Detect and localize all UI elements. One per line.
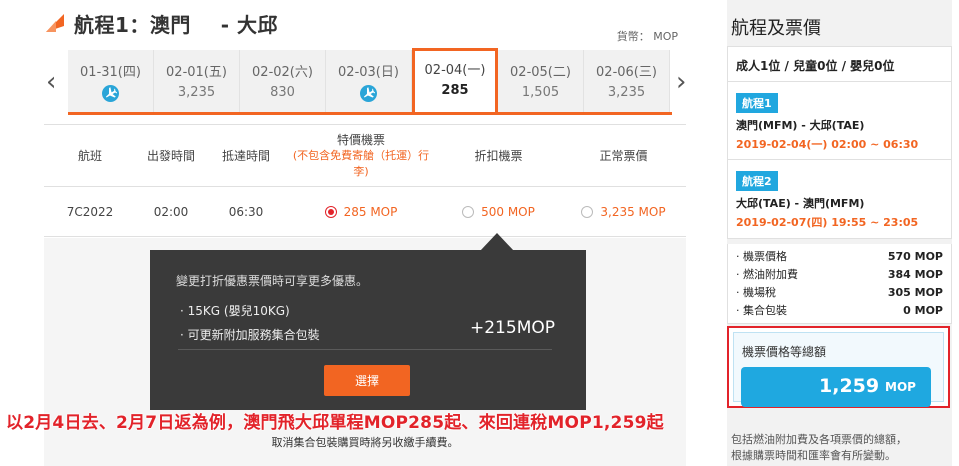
plane-icon [102,85,119,102]
date-price: 830 [270,85,295,100]
cancel-note: 取消集合包裝購買時將另收繳手續費。 [271,436,459,449]
normal-fare-price: 3,235 MOP [600,204,666,219]
summary-note-line2: 根據購票時間和匯率會有所變動。 [731,449,896,462]
header-promo-note: (不包含免費寄艙（托運）行李) [292,148,430,178]
total-label: 機票價格等總額 [742,345,827,359]
promo-fare-option[interactable]: 285 MOP [286,205,436,219]
header-discount: 折扣機票 [474,149,523,163]
summary-title: 航程及票價 [731,18,821,39]
total-inner: 機票價格等總額 1,259 MOP [733,332,944,407]
normal-fare-radio[interactable] [581,205,594,218]
fare-summary-panel: 航程及票價 成人1位 / 兒童0位 / 嬰兒0位 航程1 澳門(MFM) - 大… [727,0,952,466]
date-cell-0206[interactable]: 02-06(三) 3,235 [584,50,670,112]
fare-table: 航班 出發時間 抵達時間 特價機票 (不包含免費寄艙（托運）行李) 折扣機票 正… [44,124,686,237]
cost-row-tax: · 機場稅 305 MOP [736,284,943,302]
cost-amount: 384 MOP [887,268,943,281]
leg-badge: 航程2 [736,171,778,191]
cost-amount: 305 MOP [887,286,943,299]
cost-row-bundle: · 集合包裝 0 MOP [736,302,943,320]
tooltip-baggage-item: · 15KG (嬰兒10KG) [180,304,290,318]
cost-breakdown: · 機票價格 570 MOP · 燃油附加費 384 MOP · 機場稅 305… [727,244,952,324]
next-dates-button[interactable]: › [676,68,686,96]
select-upgrade-button[interactable]: 選擇 [324,365,410,396]
flight-selection-panel: 航程1：澳門 - 大邱 貨幣： MOP ‹ 01-31(四) 02-01(五) … [0,0,710,466]
promo-fare-price: 285 MOP [343,204,398,219]
flight-number: 7C2022 [66,204,114,219]
date-label: 02-06(三) [596,65,657,80]
discount-fare-option[interactable]: 500 MOP [436,205,561,219]
normal-fare-option[interactable]: 3,235 MOP [561,205,686,219]
promo-caption: 以2月4日去、2月7日返為例，澳門飛大邱單程MOP285起、來回連稅MOP1,2… [6,413,664,433]
cost-amount: 570 MOP [887,250,943,263]
date-cell-0131[interactable]: 01-31(四) [68,50,154,112]
date-strip-underline [68,112,672,115]
leg-route: 澳門(MFM) - 大邱(TAE) [736,119,865,132]
table-row: 7C2022 02:00 06:30 285 MOP 500 MOP 3,235… [44,187,686,237]
total-box: 機票價格等總額 1,259 MOP [727,326,950,408]
leg-time: 2019-02-07(四) 19:55 ~ 23:05 [736,216,919,229]
brand-flag-icon [44,12,66,34]
cost-label: · 機票價格 [736,250,787,263]
date-cell-0202[interactable]: 02-02(六) 830 [240,50,326,112]
total-amount: 1,259 [819,375,880,397]
date-label: 02-03(日) [338,65,399,80]
header-arrival: 抵達時間 [221,149,270,163]
date-cell-0201[interactable]: 02-01(五) 3,235 [154,50,240,112]
tooltip-bundle-item: · 可更新附加服務集合包裝 [180,328,320,342]
cost-label: · 集合包裝 [736,304,787,317]
tooltip-caret [480,233,514,251]
total-currency: MOP [885,380,916,394]
date-label: 02-01(五) [166,65,227,80]
tooltip-upgrade-price: +215MOP [470,318,555,338]
date-list: 01-31(四) 02-01(五) 3,235 02-02(六) 830 02-… [68,48,674,114]
tooltip-heading: 變更打折優惠票價時可享更多優惠。 [176,274,369,288]
date-cell-0203[interactable]: 02-03(日) [326,50,412,112]
leg-route: 大邱(TAE) - 澳門(MFM) [736,197,865,210]
cost-row-fare: · 機票價格 570 MOP [736,248,943,266]
date-cell-0205[interactable]: 02-05(二) 1,505 [498,50,584,112]
date-label: 02-04(一) [424,63,486,78]
title-bar: 航程1：澳門 - 大邱 [44,8,278,38]
prev-dates-button[interactable]: ‹ [46,68,56,96]
total-amount-button[interactable]: 1,259 MOP [741,367,931,407]
date-cell-0204-selected[interactable]: 02-04(一) 285 [412,48,498,114]
date-label: 02-02(六) [252,65,313,80]
page-title: 航程1：澳門 - 大邱 [74,12,279,37]
passenger-count: 成人1位 / 兒童0位 / 嬰兒0位 [727,46,952,82]
departure-time: 02:00 [153,204,189,219]
tooltip-divider [178,349,552,350]
currency-label: 貨幣： MOP [616,30,678,43]
upgrade-tooltip: 變更打折優惠票價時可享更多優惠。 · 15KG (嬰兒10KG) · 可更新附加… [150,250,586,410]
table-header: 航班 出發時間 抵達時間 特價機票 (不包含免費寄艙（托運）行李) 折扣機票 正… [44,125,686,187]
discount-fare-price: 500 MOP [481,204,535,219]
header-flight: 航班 [77,149,102,163]
date-label: 01-31(四) [80,65,141,80]
cost-label: · 機場稅 [736,286,776,299]
date-label: 02-05(二) [510,65,571,80]
summary-note: 包括燃油附加費及各項票價的總額， 根據購票時間和匯率會有所變動。 [731,432,907,464]
header-promo-label: 特價機票 [336,132,385,147]
cost-row-fuel: · 燃油附加費 384 MOP [736,266,943,284]
header-departure: 出發時間 [146,149,195,163]
date-price: 1,505 [521,85,560,100]
itinerary-legs: 航程1 澳門(MFM) - 大邱(TAE) 2019-02-04(一) 02:0… [727,82,952,239]
date-price: 285 [441,83,469,98]
promo-fare-radio[interactable] [324,205,337,218]
header-promo: 特價機票 (不包含免費寄艙（托運）行李) [286,132,436,180]
leg-1: 航程1 澳門(MFM) - 大邱(TAE) 2019-02-04(一) 02:0… [728,82,951,160]
plane-icon [360,85,377,102]
header-normal: 正常票價 [599,149,648,163]
date-price: 3,235 [607,85,646,100]
summary-note-line1: 包括燃油附加費及各項票價的總額， [731,433,907,446]
date-price: 3,235 [177,85,216,100]
leg-badge: 航程1 [736,93,778,113]
cost-amount: 0 MOP [903,304,943,317]
date-selector: ‹ 01-31(四) 02-01(五) 3,235 02-02(六) 830 0… [44,48,696,116]
leg-2: 航程2 大邱(TAE) - 澳門(MFM) 2019-02-07(四) 19:5… [728,160,951,238]
leg-time: 2019-02-04(一) 02:00 ~ 06:30 [736,138,919,151]
arrival-time: 06:30 [228,204,264,219]
discount-fare-radio[interactable] [462,205,475,218]
cost-label: · 燃油附加費 [736,268,798,281]
